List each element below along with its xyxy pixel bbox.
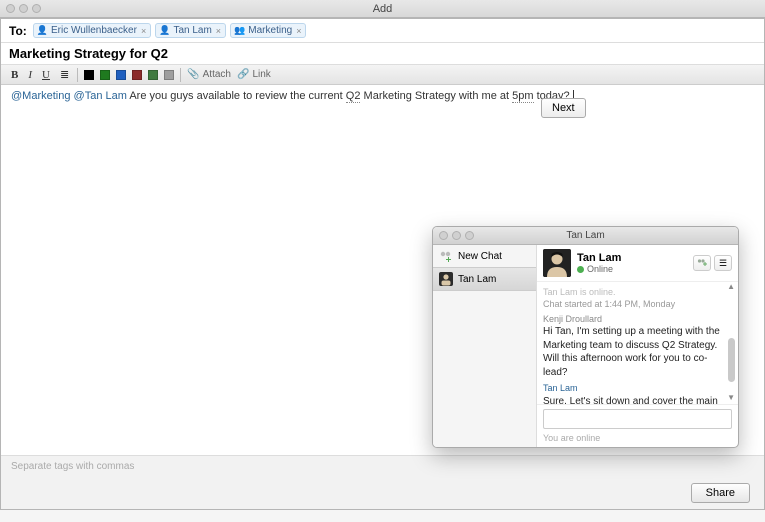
status-dot-icon — [577, 266, 584, 273]
person-icon: 👤 — [37, 25, 48, 36]
next-button[interactable]: Next — [541, 98, 586, 118]
link-label: Link — [252, 69, 270, 80]
recipient-token[interactable]: 👤 Eric Wullenbaecker × — [33, 23, 151, 38]
smart-highlight[interactable]: 5pm — [512, 90, 533, 103]
person-icon: 👤 — [159, 25, 170, 36]
avatar-icon — [439, 272, 453, 286]
chat-sidebar: New Chat Tan Lam — [433, 245, 537, 447]
main-titlebar: Add — [0, 0, 765, 18]
attach-label: Attach — [203, 69, 231, 80]
attach-button[interactable]: 📎 Attach — [187, 69, 231, 80]
bold-button[interactable]: B — [9, 69, 20, 81]
color-blue[interactable] — [116, 70, 126, 80]
chat-started-label: Chat started at 1:44 PM, Monday — [543, 298, 720, 310]
window-title: Add — [0, 3, 765, 15]
chat-sender: Kenji Droullard — [543, 313, 720, 325]
avatar — [543, 249, 571, 277]
italic-button[interactable]: I — [26, 69, 34, 81]
new-chat-label: New Chat — [458, 251, 502, 262]
sidebar-chat-name: Tan Lam — [458, 274, 496, 285]
color-gray[interactable] — [164, 70, 174, 80]
color-darkgreen[interactable] — [148, 70, 158, 80]
color-darkred[interactable] — [132, 70, 142, 80]
underline-button[interactable]: U — [40, 69, 52, 81]
recipient-token-group[interactable]: 👥 Marketing × — [230, 23, 306, 38]
bullet-list-button[interactable]: ≣ — [58, 68, 71, 81]
chat-titlebar: Tan Lam — [433, 227, 738, 245]
share-button[interactable]: Share — [691, 483, 750, 503]
link-button[interactable]: 🔗 Link — [237, 69, 271, 80]
remove-icon[interactable]: × — [296, 26, 301, 36]
link-icon: 🔗 — [237, 69, 249, 80]
group-icon: 👥 — [234, 25, 245, 36]
scrollbar-thumb[interactable] — [728, 338, 735, 382]
subject-row — [1, 43, 764, 65]
tags-input[interactable]: Separate tags with commas — [1, 455, 764, 477]
format-toolbar: B I U ≣ 📎 Attach 🔗 Link — [1, 65, 764, 85]
paperclip-icon: 📎 — [187, 69, 199, 80]
chat-contact-name: Tan Lam — [577, 252, 621, 264]
scroll-down-icon[interactable]: ▼ — [727, 393, 735, 404]
recipient-name: Eric Wullenbaecker — [51, 25, 137, 36]
chat-prior-status: Tan Lam is online. — [543, 286, 720, 298]
chat-body: New Chat Tan Lam Tan Lam Online — [433, 245, 738, 447]
chat-header: Tan Lam Online ☰ — [537, 245, 738, 282]
to-label: To: — [9, 24, 27, 38]
body-text: Marketing Strategy with me at — [364, 90, 513, 102]
new-chat-button[interactable]: New Chat — [433, 245, 536, 267]
chat-main: Tan Lam Online ☰ ▲ Tan Lam is online. Ch… — [537, 245, 738, 447]
new-chat-icon — [439, 249, 453, 263]
recipient-name: Marketing — [248, 25, 292, 36]
chat-window-title: Tan Lam — [433, 230, 738, 241]
smart-highlight[interactable]: Q2 — [346, 90, 361, 103]
sidebar-chat-item[interactable]: Tan Lam — [433, 267, 536, 291]
chat-invite-button[interactable] — [693, 255, 711, 271]
scroll-up-icon[interactable]: ▲ — [727, 282, 735, 293]
chat-window: Tan Lam New Chat Tan Lam — [432, 226, 739, 448]
mention[interactable]: @Tan Lam — [74, 90, 127, 102]
toolbar-separator — [180, 68, 181, 82]
chat-contact-status: Online — [577, 264, 621, 274]
chat-message: Sure. Let's sit down and cover the main … — [543, 395, 720, 404]
compose-footer: Share — [1, 477, 764, 509]
chat-footer-status: You are online — [537, 433, 738, 447]
mention[interactable]: @Marketing — [11, 90, 70, 102]
status-text: Online — [587, 264, 613, 274]
chat-input-area — [537, 404, 738, 433]
color-black[interactable] — [84, 70, 94, 80]
toolbar-separator — [77, 68, 78, 82]
remove-icon[interactable]: × — [141, 26, 146, 36]
recipient-name: Tan Lam — [173, 25, 211, 36]
chat-message: Hi Tan, I'm setting up a meeting with th… — [543, 325, 720, 379]
chat-sender: Tan Lam — [543, 382, 720, 394]
subject-input[interactable] — [9, 46, 756, 61]
color-green[interactable] — [100, 70, 110, 80]
chat-header-actions: ☰ — [693, 255, 732, 271]
chat-input[interactable] — [543, 409, 732, 429]
chat-menu-button[interactable]: ☰ — [714, 255, 732, 271]
body-text: Are you guys available to review the cur… — [129, 90, 345, 102]
chat-header-info: Tan Lam Online — [577, 252, 621, 274]
to-field[interactable]: To: 👤 Eric Wullenbaecker × 👤 Tan Lam × 👥… — [1, 19, 764, 43]
chat-thread[interactable]: ▲ Tan Lam is online. Chat started at 1:4… — [537, 282, 738, 404]
remove-icon[interactable]: × — [216, 26, 221, 36]
recipient-token[interactable]: 👤 Tan Lam × — [155, 23, 226, 38]
